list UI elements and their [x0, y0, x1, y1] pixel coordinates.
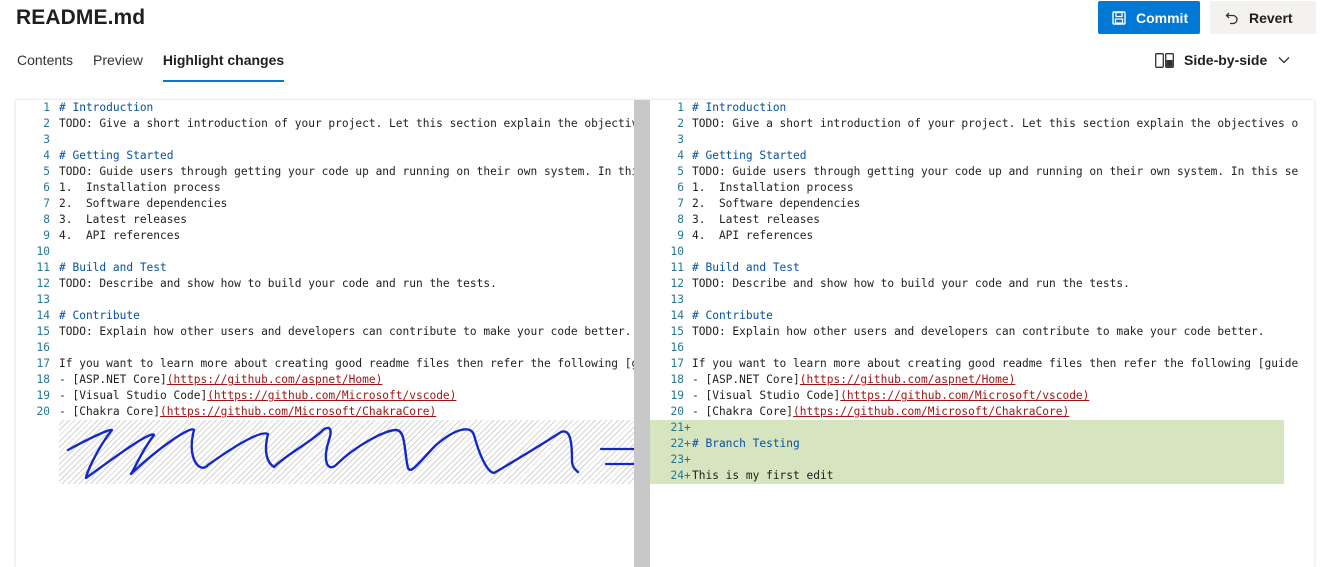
- line-number: 14: [670, 309, 684, 322]
- line-number: 12: [670, 277, 684, 290]
- line-number: 4: [677, 149, 684, 162]
- line-text: TODO: Explain how other users and develo…: [692, 325, 1265, 338]
- line-number: 13: [670, 293, 684, 306]
- line-text: - [ASP.NET Core](https://github.com/aspn…: [692, 372, 1015, 388]
- added-marker: +: [684, 437, 691, 450]
- code-line: 3: [650, 132, 1314, 148]
- line-text: # Introduction: [692, 101, 787, 114]
- line-number: 19: [670, 389, 684, 402]
- line-number: 6: [677, 181, 684, 194]
- line-number: 21: [670, 421, 684, 434]
- line-text: # Branch Testing: [692, 437, 800, 450]
- added-code-line: 22 + # Branch Testing: [650, 436, 1314, 452]
- line-number: 22: [670, 437, 684, 450]
- code-line: 16: [650, 340, 1314, 356]
- line-number: 3: [677, 133, 684, 146]
- code-line: 2 TODO: Give a short introduction of your…: [650, 116, 1314, 132]
- line-number: 8: [677, 213, 684, 226]
- line-text: This is my first edit: [692, 469, 834, 482]
- line-number: 10: [670, 245, 684, 258]
- revert-label: Revert: [1249, 9, 1293, 26]
- code-line: 18 - [ASP.NET Core](https://github.com/as…: [650, 372, 1314, 388]
- tab-preview[interactable]: Preview: [93, 52, 143, 84]
- line-text: - [Visual Studio Code](https://github.co…: [692, 388, 1089, 404]
- code-line: 8 3. Latest releases: [650, 212, 1314, 228]
- code-line: 10: [650, 244, 1314, 260]
- chevron-down-icon: [1278, 56, 1290, 64]
- line-number: 17: [670, 357, 684, 370]
- link-url[interactable]: (https://github.com/aspnet/Home): [800, 373, 1016, 386]
- code-line: 13: [650, 292, 1314, 308]
- tab-highlight-changes[interactable]: Highlight changes: [162, 52, 285, 84]
- diff-editor[interactable]: 1 # Introduction 2 TODO: Give a short intro…: [16, 100, 1314, 567]
- added-code-line: 24 + This is my first edit: [650, 468, 1314, 484]
- added-marker: +: [684, 469, 691, 482]
- link-label: - [Chakra Core]: [692, 405, 794, 418]
- revert-button[interactable]: Revert: [1210, 1, 1316, 34]
- commit-button[interactable]: Commit: [1098, 1, 1200, 34]
- line-number: 1: [677, 101, 684, 114]
- link-url[interactable]: (https://github.com/Microsoft/vscode): [840, 389, 1089, 402]
- link-label: - [Visual Studio Code]: [692, 389, 841, 402]
- code-line: 11 # Build and Test: [650, 260, 1314, 276]
- line-text: # Getting Started: [692, 149, 807, 162]
- line-number: 7: [677, 197, 684, 210]
- code-line: 1 # Introduction: [650, 100, 1314, 116]
- line-text: # Build and Test: [692, 261, 800, 274]
- line-text: 3. Latest releases: [692, 213, 820, 226]
- line-text: 1. Installation process: [692, 181, 854, 194]
- code-line: 7 2. Software dependencies: [650, 196, 1314, 212]
- line-number: 16: [670, 341, 684, 354]
- link-url[interactable]: (https://github.com/Microsoft/ChakraCore…: [793, 405, 1069, 418]
- file-view-tabs: Contents Preview Highlight changes: [17, 52, 304, 84]
- line-text: 2. Software dependencies: [692, 197, 861, 210]
- added-code-line: 23 +: [650, 452, 1314, 468]
- code-line: 17 If you want to learn more about creati…: [650, 356, 1314, 372]
- line-number: 15: [670, 325, 684, 338]
- added-code-line: 21 +: [650, 420, 1314, 436]
- undo-icon: [1225, 11, 1239, 25]
- line-number: 11: [670, 261, 684, 274]
- code-line: 15 TODO: Explain how other users and deve…: [650, 324, 1314, 340]
- commit-label: Commit: [1136, 9, 1189, 26]
- line-number: 24: [670, 469, 684, 482]
- line-text: TODO: Describe and show how to build you…: [692, 277, 1130, 290]
- line-text: TODO: Guide users through getting your c…: [692, 165, 1299, 178]
- line-text: TODO: Give a short introduction of your …: [692, 117, 1299, 130]
- line-number: 23: [670, 453, 684, 466]
- code-line: 5 TODO: Guide users through getting your …: [650, 164, 1314, 180]
- view-mode-label: Side-by-side: [1184, 52, 1268, 68]
- code-line: 6 1. Installation process: [650, 180, 1314, 196]
- line-number: 20: [670, 405, 684, 418]
- modified-pane[interactable]: 1 # Introduction 2 TODO: Give a short intro…: [650, 100, 1314, 567]
- view-mode-dropdown[interactable]: Side-by-side: [1155, 52, 1290, 68]
- line-text: 4. API references: [692, 229, 814, 242]
- code-line: 19 - [Visual Studio Code](https://github.…: [650, 388, 1314, 404]
- link-label: - [ASP.NET Core]: [692, 373, 800, 386]
- squiggle-annotation: [66, 426, 650, 480]
- save-icon: [1112, 10, 1126, 25]
- line-text: - [Chakra Core](https://github.com/Micro…: [692, 404, 1069, 420]
- added-marker: +: [684, 453, 691, 466]
- original-pane[interactable]: 1 # Introduction 2 TODO: Give a short intro…: [16, 100, 650, 567]
- line-text: If you want to learn more about creating…: [692, 357, 1299, 370]
- tab-contents[interactable]: Contents: [17, 52, 73, 84]
- line-number: 5: [677, 165, 684, 178]
- code-line: 20 - [Chakra Core](https://github.com/Mic…: [650, 404, 1314, 420]
- line-number: 2: [677, 117, 684, 130]
- code-line: 12 TODO: Describe and show how to build y…: [650, 276, 1314, 292]
- code-line: 9 4. API references: [650, 228, 1314, 244]
- file-title: README.md: [16, 6, 146, 29]
- code-line: 14 # Contribute: [650, 308, 1314, 324]
- side-by-side-icon: [1155, 52, 1174, 68]
- line-number: 9: [677, 229, 684, 242]
- original-scrollbar[interactable]: [634, 100, 650, 567]
- code-line: 4 # Getting Started: [650, 148, 1314, 164]
- added-marker: +: [684, 421, 691, 434]
- line-text: # Contribute: [692, 309, 773, 322]
- line-number: 18: [670, 373, 684, 386]
